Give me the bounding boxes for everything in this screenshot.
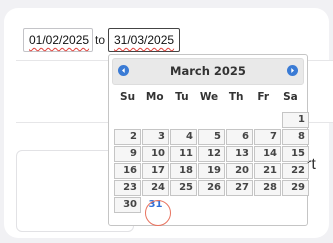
empty-cell: [198, 112, 225, 128]
range-separator: to: [95, 33, 106, 47]
to-date-input[interactable]: 31/03/2025: [108, 28, 180, 52]
day-cell[interactable]: 7: [254, 129, 281, 145]
day-cell[interactable]: 26: [198, 180, 225, 196]
day-cell[interactable]: 19: [198, 163, 225, 179]
weekday-label: Mo: [145, 91, 164, 103]
day-cell[interactable]: 25: [170, 180, 197, 196]
day-cell[interactable]: 3: [142, 129, 169, 145]
from-date-value: 01/02/2025: [29, 33, 90, 47]
day-cell[interactable]: 5: [198, 129, 225, 145]
day-cell[interactable]: 27: [226, 180, 253, 196]
day-cell[interactable]: 6: [226, 129, 253, 145]
day-cell[interactable]: 15: [282, 146, 309, 162]
weekday-label: Su: [120, 91, 136, 103]
day-cell[interactable]: 16: [114, 163, 141, 179]
datepicker-header: March 2025: [112, 58, 304, 85]
empty-cell: [114, 112, 141, 128]
empty-cell: [170, 112, 197, 128]
month-title: March 2025: [170, 64, 246, 78]
weekday-label: Fr: [257, 91, 270, 103]
day-cell[interactable]: 20: [226, 163, 253, 179]
day-cell[interactable]: 29: [282, 180, 309, 196]
chevron-right-icon[interactable]: [287, 65, 298, 76]
day-cell[interactable]: 21: [254, 163, 281, 179]
weekday-label: Tu: [175, 91, 189, 103]
weekday-label: Th: [228, 91, 244, 103]
day-cell[interactable]: 4: [170, 129, 197, 145]
datepicker-popup: March 2025 Su Mo Tu We Th Fr Sa 1 2 3 4 5 6 7 8 9 10 11 1…: [108, 54, 309, 226]
day-cell[interactable]: 11: [170, 146, 197, 162]
day-cell[interactable]: 12: [198, 146, 225, 162]
weekday-label: We: [199, 91, 219, 103]
from-date-input[interactable]: 01/02/2025: [23, 28, 93, 52]
day-cell[interactable]: 14: [254, 146, 281, 162]
calendar-grid: 1 2 3 4 5 6 7 8 9 10 11 12 13 14 15 16 17 18 19 20 21 22 23 24 2…: [114, 112, 309, 213]
day-cell[interactable]: 13: [226, 146, 253, 162]
empty-cell: [142, 112, 169, 128]
day-cell[interactable]: 17: [142, 163, 169, 179]
day-cell[interactable]: 23: [114, 180, 141, 196]
to-date-value: 31/03/2025: [114, 33, 175, 47]
day-cell[interactable]: 2: [114, 129, 141, 145]
weekday-header-row: Su Mo Tu We Th Fr Sa: [114, 91, 304, 109]
day-cell[interactable]: 24: [142, 180, 169, 196]
selected-day[interactable]: 31: [142, 197, 169, 213]
empty-cell: [254, 112, 281, 128]
day-cell[interactable]: 10: [142, 146, 169, 162]
day-cell[interactable]: 28: [254, 180, 281, 196]
day-cell[interactable]: 22: [282, 163, 309, 179]
empty-cell: [226, 112, 253, 128]
day-cell[interactable]: 18: [170, 163, 197, 179]
day-cell[interactable]: 9: [114, 146, 141, 162]
day-cell[interactable]: 8: [282, 129, 309, 145]
day-cell[interactable]: 30: [114, 197, 141, 213]
day-cell[interactable]: 1: [282, 112, 309, 128]
weekday-label: Sa: [283, 91, 298, 103]
